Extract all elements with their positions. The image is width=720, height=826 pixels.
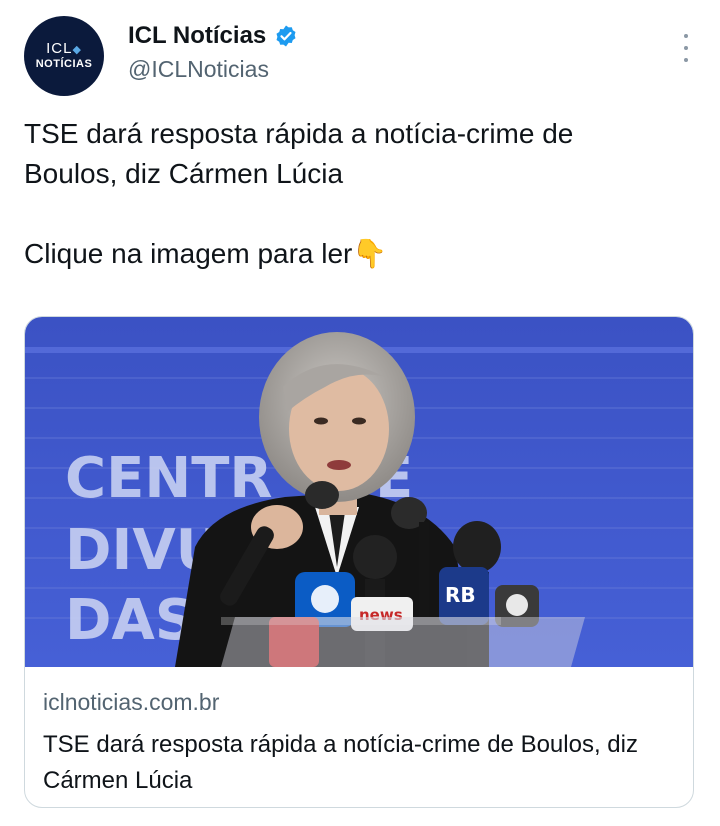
verified-badge-icon xyxy=(276,25,296,47)
avatar-logo-bottom: NOTÍCIAS xyxy=(35,58,93,70)
article-photo[interactable]: CENTR E DIVU DAS news RB xyxy=(25,317,694,667)
more-options-icon[interactable] xyxy=(682,34,690,62)
backdrop-text-1: CENTR xyxy=(65,446,273,511)
backdrop-text-4: DAS xyxy=(65,588,195,653)
tweet-text: TSE dará resposta rápida a notícia-crime… xyxy=(24,118,574,269)
mic-label-rb: RB xyxy=(445,583,476,607)
avatar-logo-top: ICL◆ xyxy=(46,40,82,57)
author-display-name[interactable]: ICL Notícias xyxy=(128,22,266,50)
card-domain[interactable]: iclnoticias.com.br xyxy=(43,689,219,716)
author-handle[interactable]: @ICLNoticias xyxy=(128,56,269,83)
card-title[interactable]: TSE dará resposta rápida a notícia-crime… xyxy=(43,727,673,799)
author-name-row[interactable]: ICL Notícias xyxy=(128,22,298,50)
link-preview-card[interactable]: CENTR E DIVU DAS news RB iclnoticias.com… xyxy=(24,316,694,808)
profile-avatar[interactable]: ICL◆ NOTÍCIAS xyxy=(24,16,104,96)
